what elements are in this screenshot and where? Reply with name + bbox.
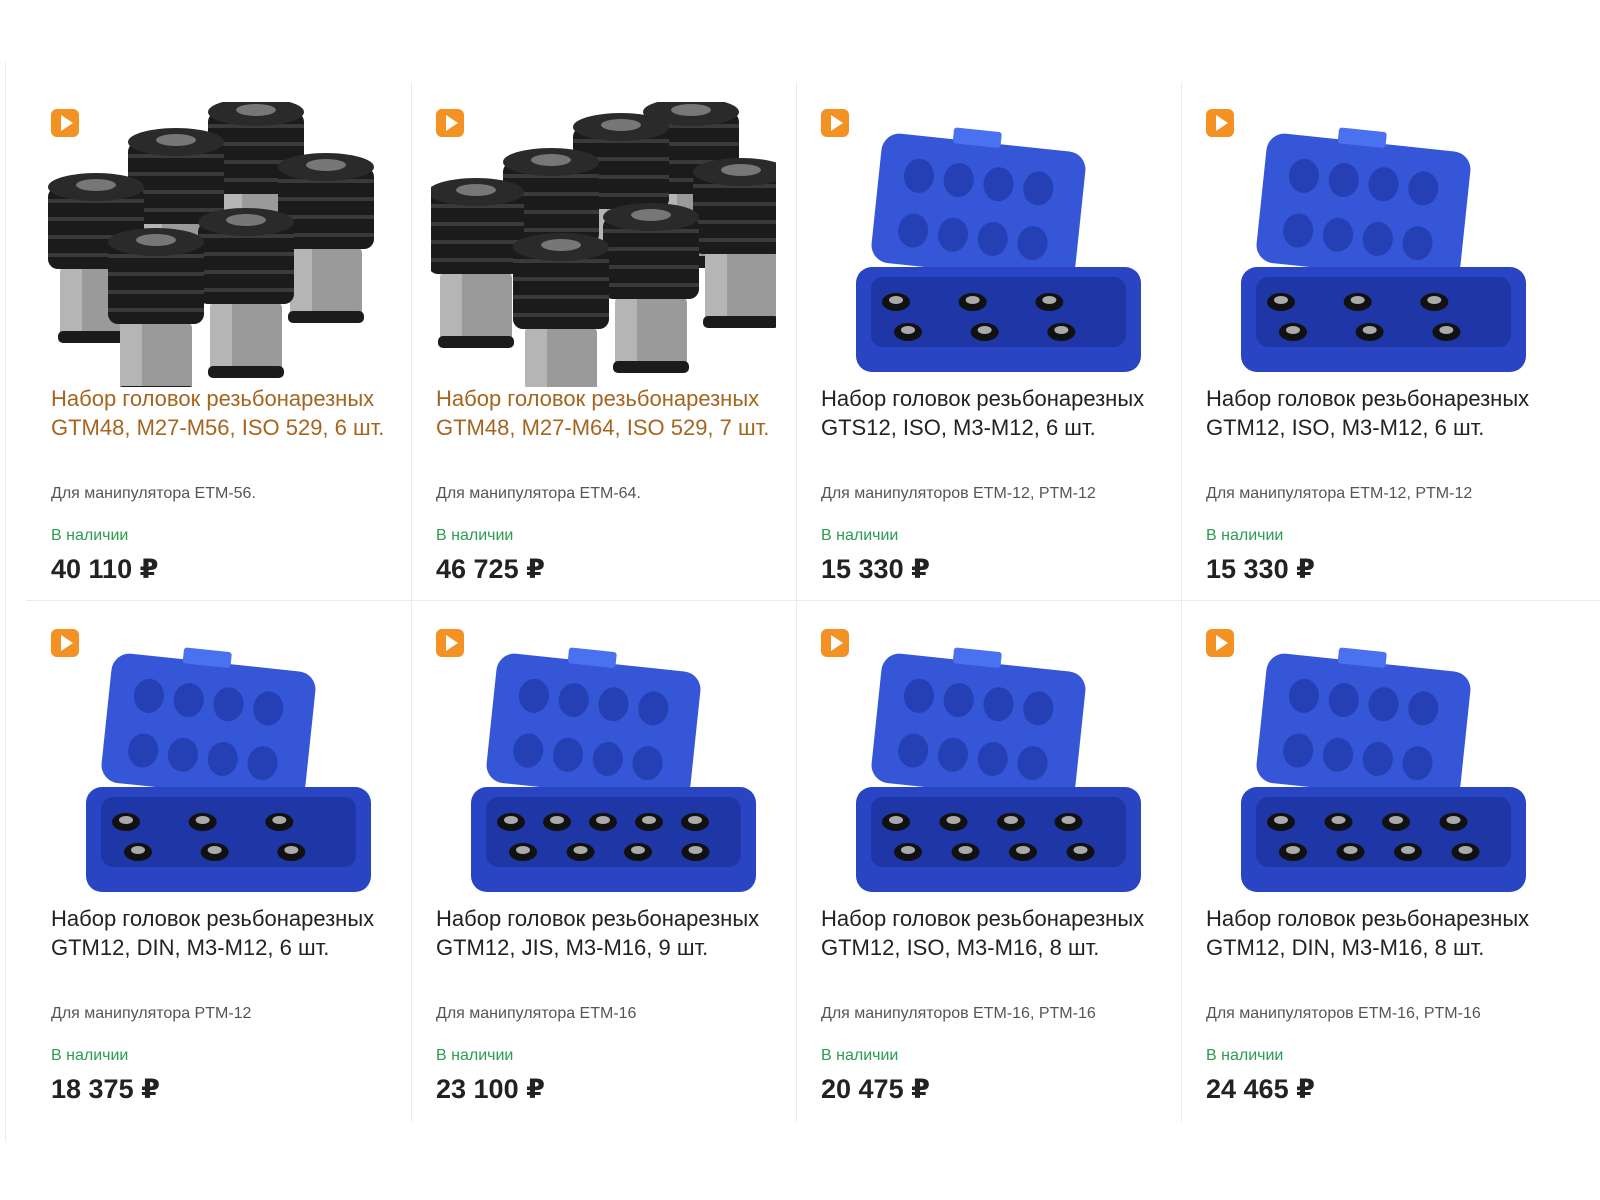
product-card[interactable]: Набор головок резьбонарезных GTM12, DIN,…	[1161, 582, 1554, 1112]
column-divider	[1181, 82, 1182, 1122]
product-title[interactable]: Набор головок резьбонарезных GTM12, JIS,…	[436, 904, 776, 962]
product-image[interactable]	[816, 622, 1161, 907]
product-description: Для манипулятора PTM-12	[51, 1005, 252, 1022]
product-title[interactable]: Набор головок резьбонарезных GTM12, ISO,…	[821, 904, 1161, 962]
stock-status: В наличии	[436, 527, 514, 544]
row-divider	[26, 600, 1600, 601]
stock-status: В наличии	[821, 1047, 899, 1064]
product-description: Для манипулятора ETM-12, PTM-12	[1206, 485, 1473, 502]
product-price: 20 475 ₽	[821, 1074, 930, 1104]
product-price: 15 330 ₽	[821, 554, 930, 584]
product-description: Для манипулятора ETM-64.	[436, 485, 641, 502]
product-price: 23 100 ₽	[436, 1074, 545, 1104]
column-divider	[411, 82, 412, 1122]
product-image[interactable]	[46, 622, 391, 907]
product-image[interactable]	[1201, 102, 1546, 387]
stock-status: В наличии	[436, 1047, 514, 1064]
stock-status: В наличии	[1206, 527, 1284, 544]
product-card[interactable]: Набор головок резьбонарезных GTM12, DIN,…	[6, 582, 399, 1112]
product-card[interactable]: Набор головок резьбонарезных GTM12, JIS,…	[391, 582, 784, 1112]
column-divider	[796, 82, 797, 1122]
product-description: Для манипуляторов ETM-12, PTM-12	[821, 485, 1096, 502]
product-title[interactable]: Набор головок резьбонарезных GTM12, ISO,…	[1206, 384, 1546, 442]
stock-status: В наличии	[821, 527, 899, 544]
stock-status: В наличии	[51, 1047, 129, 1064]
product-title[interactable]: Набор головок резьбонарезных GTM12, DIN,…	[1206, 904, 1546, 962]
product-card[interactable]: Набор головок резьбонарезных GTM12, ISO,…	[776, 582, 1169, 1112]
product-title[interactable]: Набор головок резьбонарезных GTM12, DIN,…	[51, 904, 391, 962]
product-image[interactable]	[431, 102, 776, 387]
product-price: 46 725 ₽	[436, 554, 545, 584]
product-title[interactable]: Набор головок резьбонарезных GTS12, ISO,…	[821, 384, 1161, 442]
product-price: 15 330 ₽	[1206, 554, 1315, 584]
product-card[interactable]: Набор головок резьбонарезных GTM12, ISO,…	[1161, 62, 1554, 592]
product-price: 18 375 ₽	[51, 1074, 160, 1104]
product-card[interactable]: Набор головок резьбонарезных GTS12, ISO,…	[776, 62, 1169, 592]
product-price: 40 110 ₽	[51, 554, 159, 584]
product-description: Для манипуляторов ETM-16, PTM-16	[821, 1005, 1096, 1022]
product-title[interactable]: Набор головок резьбонарезных GTM48, M27-…	[436, 384, 776, 442]
product-card[interactable]: Набор головок резьбонарезных GTM48, M27-…	[391, 62, 784, 592]
product-card[interactable]: Набор головок резьбонарезных GTM48, M27-…	[6, 62, 399, 592]
product-image[interactable]	[1201, 622, 1546, 907]
product-image[interactable]	[816, 102, 1161, 387]
product-title[interactable]: Набор головок резьбонарезных GTM48, M27-…	[51, 384, 391, 442]
stock-status: В наличии	[1206, 1047, 1284, 1064]
product-description: Для манипуляторов ETM-16, PTM-16	[1206, 1005, 1481, 1022]
product-image[interactable]	[431, 622, 776, 907]
product-description: Для манипулятора ETM-16	[436, 1005, 637, 1022]
product-price: 24 465 ₽	[1206, 1074, 1315, 1104]
stock-status: В наличии	[51, 527, 129, 544]
product-image[interactable]	[46, 102, 391, 387]
product-description: Для манипулятора ETM-56.	[51, 485, 256, 502]
product-grid: Набор головок резьбонарезных GTM48, M27-…	[5, 62, 1600, 1142]
